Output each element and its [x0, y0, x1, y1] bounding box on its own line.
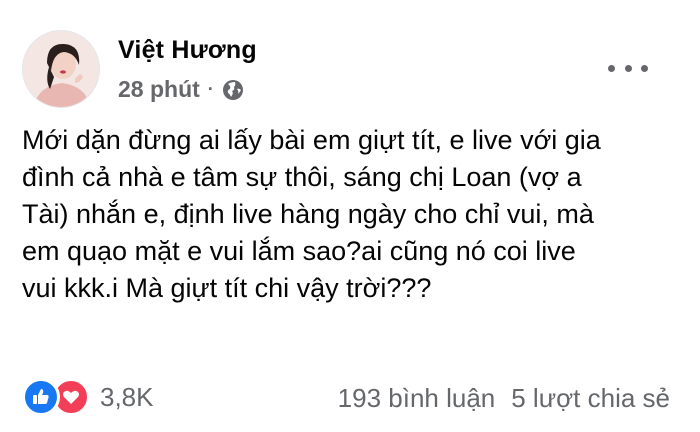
reaction-summary[interactable]: 3,8K [22, 378, 154, 416]
meta-separator: · [207, 79, 214, 99]
avatar[interactable] [22, 30, 100, 108]
reaction-count[interactable]: 3,8K [100, 382, 154, 413]
facebook-post: Việt Hương 28 phút · Mới dặn đừng ai lấy… [0, 0, 700, 432]
more-dot [608, 64, 615, 72]
post-time[interactable]: 28 phút [118, 76, 200, 103]
more-dot [641, 64, 648, 72]
comment-count[interactable]: 193 bình luận [338, 383, 496, 414]
author-name[interactable]: Việt Hương [118, 36, 257, 65]
post-text: Mới dặn đừng ai lấy bài em giựt tít, e l… [22, 125, 601, 303]
globe-icon[interactable] [222, 79, 244, 101]
post-meta: 28 phút · [118, 76, 244, 103]
more-options-icon[interactable] [608, 56, 648, 80]
like-icon [22, 378, 60, 416]
engagement-stats: 193 bình luận 5 lượt chia sẻ [338, 383, 670, 414]
avatar-photo [23, 31, 99, 107]
share-count[interactable]: 5 lượt chia sẻ [511, 383, 670, 414]
more-dot [624, 64, 632, 72]
